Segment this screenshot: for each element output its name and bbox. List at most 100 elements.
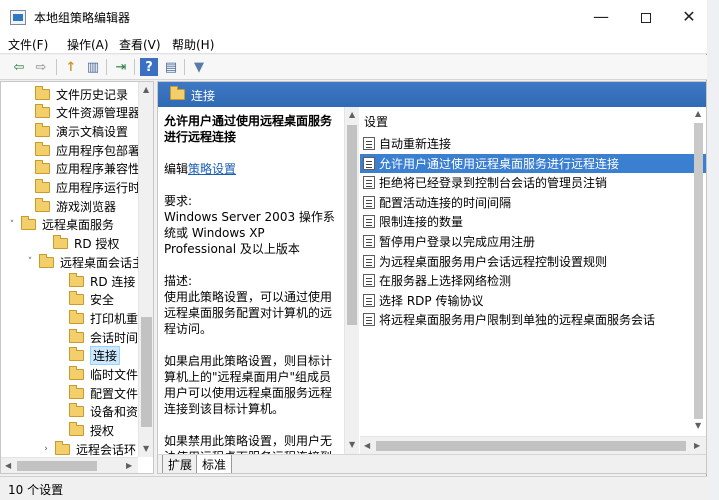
expand-toggle-icon[interactable]: ˅ [25,257,35,267]
tab-standard[interactable]: 标准 [196,455,233,473]
settings-column-header[interactable]: 设置 [364,113,388,130]
scroll-thumb[interactable] [347,125,357,325]
edit-policy-link[interactable]: 策略设置 [188,162,236,176]
tree-item[interactable]: 游戏浏览器 [21,197,116,215]
folder-icon [35,197,50,212]
policy-setting-icon [363,215,375,229]
setting-row[interactable]: 允许用户通过使用远程桌面服务进行远程连接 [360,153,706,173]
scroll-right-icon[interactable]: ▶ [694,441,700,450]
setting-row[interactable]: 自动重新连接 [360,134,706,153]
tree-item[interactable]: 临时文件夹 [55,366,150,384]
tree-item[interactable]: 文件历史记录 [21,85,128,103]
menu-file[interactable]: 文件(F) [8,36,48,53]
setting-row[interactable]: 拒绝将已经登录到控制台会话的管理员注销 [360,173,706,192]
folder-icon [69,403,84,418]
minimize-button[interactable]: — [578,2,624,32]
tab-extended[interactable]: 扩展 [162,455,199,473]
tree-item[interactable]: › 远程会话环 [41,440,136,458]
tree-item[interactable]: 设备和资源 [55,403,150,421]
tree-item-label: 应用程序兼容性 [56,162,141,177]
scroll-up-icon[interactable]: ▲ [349,110,355,119]
tree-item-label: 配置文件 [90,386,139,401]
close-button[interactable]: ✕ [666,2,712,32]
scroll-left-icon[interactable]: ◀ [364,441,370,450]
menu-help[interactable]: 帮助(H) [172,36,214,53]
policy-setting-icon [363,137,375,150]
scroll-up-icon[interactable]: ▲ [143,85,149,94]
description-scrollbar[interactable]: ▲ ▼ [344,107,359,454]
scroll-down-icon[interactable]: ▼ [143,444,149,453]
app-icon [10,10,26,25]
filter-icon[interactable]: ▼ [190,58,208,76]
menu-action[interactable]: 操作(A) [67,36,109,53]
expand-toggle-icon[interactable]: ˅ [7,220,17,230]
tree-item[interactable]: ˅ 远程桌面会话主 [25,253,144,271]
tree-item[interactable]: 演示文稿设置 [21,122,128,140]
view-tabs: 扩展 标准 [158,454,706,473]
folder-icon [69,422,84,437]
scroll-thumb[interactable] [141,317,152,427]
export-list-icon[interactable]: ⇥ [112,58,130,76]
scroll-down-icon[interactable]: ▼ [349,440,355,449]
scroll-right-icon[interactable]: ▶ [126,461,132,470]
setting-row[interactable]: 暂停用户登录以完成应用注册 [360,232,706,251]
scroll-up-icon[interactable]: ▲ [695,109,701,118]
menu-view[interactable]: 查看(V) [119,36,161,53]
toolbar-separator [56,59,57,75]
policy-setting-icon [363,313,375,327]
scroll-thumb[interactable] [376,441,686,451]
scroll-thumb[interactable] [17,461,97,471]
tree-item[interactable]: 配置文件 [55,384,138,402]
tree-item[interactable]: 授权 [55,422,114,440]
group-policy-editor-window: 本地组策略编辑器 — ✕ 文件(F) 操作(A) 查看(V) 帮助(H) ⇦ ⇨… [0,0,707,500]
enabled-text: 如果启用此策略设置，则目标计算机上的"远程桌面用户"组成员用户可以使用远程桌面服… [164,354,333,416]
up-folder-icon[interactable]: ↑ [62,58,80,76]
folder-icon [69,384,84,399]
back-icon[interactable]: ⇦ [10,58,28,76]
tree-item[interactable]: 安全 [55,291,114,309]
tree-item[interactable]: 打印机重定 [55,309,150,327]
edit-prefix: 编辑 [164,162,189,176]
tree-item[interactable]: RD 授权 [39,235,119,253]
setting-row[interactable]: 配置活动连接的时间间隔 [360,193,706,212]
forward-icon[interactable]: ⇨ [32,58,50,76]
tree-item[interactable]: 文件资源管理器 [21,104,140,122]
properties-icon[interactable]: ▤ [162,58,180,76]
settings-list: 设置 自动重新连接 允许用户通过使用远程桌面服务进行远程连接 拒绝将已经登录到控制台… [360,107,706,454]
setting-row[interactable]: 为远程桌面服务用户会话远程控制设置规则 [360,252,706,271]
folder-icon [35,179,50,193]
menu-bar: 文件(F) 操作(A) 查看(V) 帮助(H) [0,34,707,54]
help-icon[interactable]: ? [140,58,158,76]
navigation-tree[interactable]: 文件历史记录文件资源管理器 演示文稿设置 应用程序包部署应用程序兼容性应用程序运行时… [0,81,154,474]
tree-item-label: 文件资源管理器 [56,106,141,121]
setting-row[interactable]: 选择 RDP 传输协议 [360,291,706,310]
folder-icon [69,366,84,380]
tree-item-label: RD 授权 [74,237,120,252]
expand-toggle-icon[interactable]: › [41,444,51,454]
tree-item[interactable]: 应用程序运行时 [21,179,140,197]
settings-vertical-scrollbar[interactable]: ▲ ▼ [690,107,706,435]
setting-label: 为远程桌面服务用户会话远程控制设置规则 [379,254,608,269]
scroll-thumb[interactable] [694,123,703,419]
folder-icon [35,141,50,156]
tree-item[interactable]: 应用程序包部署 [21,141,140,159]
description-label: 描述: [164,274,193,288]
tree-vertical-scrollbar[interactable]: ▲ ▼ [138,82,153,457]
settings-horizontal-scrollbar[interactable]: ◀ ▶ [360,436,706,454]
tree-item[interactable]: 连接 [55,346,121,366]
maximize-button[interactable] [623,2,669,32]
tree-horizontal-scrollbar[interactable]: ◀ ▶ [1,457,138,473]
maximize-icon [641,12,651,23]
show-hide-tree-icon[interactable]: ▥ [84,58,102,76]
scroll-down-icon[interactable]: ▼ [695,421,701,430]
tree-item-label: 连接 [90,346,121,366]
setting-row[interactable]: 将远程桌面服务用户限制到单独的远程桌面服务会话 [360,310,706,329]
setting-row[interactable]: 在服务器上选择网络检测 [360,271,706,290]
scroll-left-icon[interactable]: ◀ [5,461,11,470]
tree-item-label: 远程桌面服务 [42,218,115,233]
setting-row[interactable]: 限制连接的数量 [360,212,706,231]
tree-item[interactable]: ˅ 远程桌面服务 [7,216,114,234]
tree-item[interactable]: 应用程序兼容性 [21,160,140,178]
tree-item[interactable]: 会话时间限 [55,328,150,346]
details-header-title: 连接 [191,89,216,103]
